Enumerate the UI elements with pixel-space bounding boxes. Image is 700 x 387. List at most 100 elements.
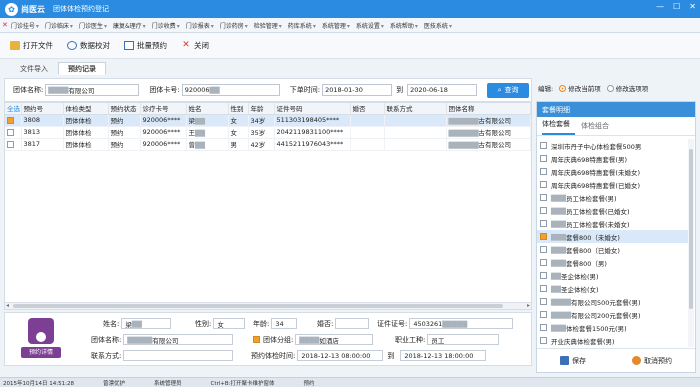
column-header[interactable]: 团体名称 — [446, 103, 531, 115]
list-item[interactable]: ▇▇ 圣企体检(女) — [537, 282, 689, 295]
save-button[interactable]: 保存 — [560, 356, 586, 366]
maximize-button[interactable]: ☐ — [673, 2, 680, 11]
column-header[interactable]: 性别 — [228, 103, 249, 115]
list-item[interactable]: ▇▇▇ 员工体检套餐(已婚女) — [537, 204, 689, 217]
column-header[interactable]: 诊疗卡号 — [140, 103, 187, 115]
menu-item[interactable]: 门诊报表▾ — [186, 21, 214, 30]
list-item[interactable]: 周年庆典698特惠套餐(已婚女) — [537, 178, 689, 191]
item-checkbox[interactable] — [540, 259, 547, 266]
item-checkbox[interactable] — [540, 337, 547, 344]
column-header[interactable]: 体检类型 — [63, 103, 109, 115]
item-checkbox[interactable] — [540, 220, 547, 227]
sex-field[interactable]: 女 — [213, 318, 246, 329]
item-checkbox[interactable] — [540, 233, 547, 240]
table-row[interactable]: 3817 团体体检 预约 920006**** 曾▇▇ 男 42岁 441521… — [5, 138, 531, 151]
edit-current-label[interactable]: 修改当前项 — [568, 83, 601, 93]
list-item[interactable]: ▇▇▇ 员工体检套餐(未婚女) — [537, 217, 689, 230]
list-item[interactable]: ▇▇▇▇ 有限公司200元套餐(男) — [537, 308, 689, 321]
list-item[interactable]: ▇▇▇ 套餐800（未婚女) — [537, 230, 689, 243]
list-item[interactable]: 周年庆典698特惠套餐(男) — [537, 152, 689, 165]
column-header[interactable]: 证件号码 — [274, 103, 351, 115]
date-from-input[interactable]: 2018-01-30 — [322, 84, 393, 96]
group-name-input[interactable]: ▇▇▇▇ 有限公司 — [45, 84, 140, 96]
horizontal-scrollbar[interactable]: ◂ ▸ — [5, 302, 531, 309]
item-checkbox[interactable] — [540, 272, 547, 279]
cancel-appointment-button[interactable]: 取消预约 — [632, 356, 672, 366]
menu-item[interactable]: 门诊药房▾ — [220, 21, 248, 30]
menu-item[interactable]: 系统帮助▾ — [390, 21, 418, 30]
name-field[interactable]: 梁 ▇▇ — [121, 318, 172, 329]
edit-selected-label[interactable]: 修改选项项 — [616, 83, 649, 93]
list-item[interactable]: 开业庆典体检套餐(男) — [537, 334, 689, 347]
row-checkbox[interactable] — [7, 116, 14, 124]
date-to-input[interactable]: 2020-06-18 — [407, 84, 478, 96]
radio-selected[interactable] — [606, 84, 614, 92]
tab-exam-combo[interactable]: 体检组合 — [581, 121, 614, 135]
item-checkbox[interactable] — [540, 246, 547, 253]
item-checkbox[interactable] — [540, 311, 547, 318]
column-header[interactable]: 年龄 — [248, 103, 275, 115]
list-item[interactable]: ▇▇ 圣企体检(男) — [537, 269, 689, 282]
table-row[interactable]: 3813 团体体检 预约 920006**** 王▇▇ 女 35岁 204211… — [5, 126, 531, 139]
item-checkbox[interactable] — [540, 324, 547, 331]
menu-item[interactable]: 门诊临床▾ — [45, 21, 73, 30]
tab-exam-package[interactable]: 体检套餐 — [542, 119, 575, 135]
time-to-field[interactable]: 2018-12-13 18:00:00 — [400, 350, 487, 361]
menu-item[interactable]: 药库系统▾ — [288, 21, 316, 30]
row-checkbox[interactable] — [7, 128, 14, 136]
menu-item[interactable]: 门诊医生▾ — [79, 21, 107, 30]
column-header[interactable]: 预约号 — [21, 103, 64, 115]
column-header[interactable]: 姓名 — [186, 103, 229, 115]
list-item[interactable]: ▇▇▇ 体检套餐1500元(男) — [537, 321, 689, 334]
vertical-scrollbar[interactable] — [688, 139, 694, 347]
tab-appointment-records[interactable]: 预约记录 — [58, 62, 106, 75]
item-checkbox[interactable] — [540, 207, 547, 214]
menu-item[interactable]: 检验管理▾ — [254, 21, 282, 30]
appointment-detail-button[interactable]: 预约详情 — [21, 347, 61, 358]
scroll-left-icon[interactable]: ◂ — [6, 302, 9, 309]
item-checkbox[interactable] — [540, 155, 547, 162]
job-field[interactable]: 员工 — [427, 334, 500, 345]
close-window-button[interactable]: ✕ — [689, 2, 696, 11]
search-button[interactable]: ⌕ 查询 — [487, 82, 530, 98]
scroll-right-icon[interactable]: ▸ — [527, 302, 530, 309]
select-all-header[interactable]: 全选 — [5, 103, 22, 115]
tab-file-import[interactable]: 文件导入 — [10, 62, 58, 75]
item-checkbox[interactable] — [540, 168, 547, 175]
menu-item[interactable]: 门诊收费▾ — [152, 21, 180, 30]
time-from-field[interactable]: 2018-12-13 08:00:00 — [297, 350, 384, 361]
item-checkbox[interactable] — [540, 298, 547, 305]
item-checkbox[interactable] — [540, 142, 547, 149]
list-item[interactable]: ▇▇▇ 员工体检套餐(男) — [537, 191, 689, 204]
group-card-input[interactable]: 920006 ▇▇ — [181, 84, 280, 96]
age-field[interactable]: 34 — [271, 318, 298, 329]
list-item[interactable]: ▇▇▇▇ 有限公司500元套餐(男) — [537, 295, 689, 308]
menu-item[interactable]: 医技系统▾ — [424, 21, 452, 30]
close-icon[interactable]: ✕ — [2, 21, 8, 29]
menu-item[interactable]: 系统管理▾ — [322, 21, 350, 30]
list-item[interactable]: ▇▇▇ 套餐800（已婚女) — [537, 243, 689, 256]
batch-appointment-button[interactable]: 批量预约 — [124, 40, 167, 51]
scrollbar-thumb[interactable] — [689, 149, 693, 309]
company-field[interactable]: ▇▇▇▇▇ 有限公司 — [123, 334, 234, 345]
minimize-button[interactable]: — — [656, 2, 664, 11]
scrollbar-thumb[interactable] — [13, 304, 503, 308]
open-file-button[interactable]: 打开文件 — [10, 40, 53, 51]
id-field[interactable]: 4503261 ▇▇▇▇▇ — [409, 318, 514, 329]
married-field[interactable] — [335, 318, 370, 329]
column-header[interactable]: 婚否 — [350, 103, 385, 115]
item-checkbox[interactable] — [540, 181, 547, 188]
item-checkbox[interactable] — [540, 285, 547, 292]
list-item[interactable]: ▇▇▇ 套餐800（男) — [537, 256, 689, 269]
list-item[interactable]: 深圳市丹子中心体检套餐500男 — [537, 139, 689, 152]
table-row[interactable]: 3808 团体体检 预约 920006**** 梁▇▇ 女 34岁 511303… — [5, 114, 531, 127]
column-header[interactable]: 预约状态 — [108, 103, 141, 115]
contact-field[interactable] — [123, 350, 234, 361]
menu-item[interactable]: 门诊挂号▾ — [11, 21, 39, 30]
row-checkbox[interactable] — [7, 140, 14, 148]
item-checkbox[interactable] — [540, 194, 547, 201]
menu-item[interactable]: 康复&理疗▾ — [113, 21, 146, 30]
close-button[interactable]: ✕ 关闭 — [181, 40, 209, 51]
verify-data-button[interactable]: 数据校对 — [67, 40, 110, 51]
column-header[interactable]: 联系方式 — [384, 103, 447, 115]
